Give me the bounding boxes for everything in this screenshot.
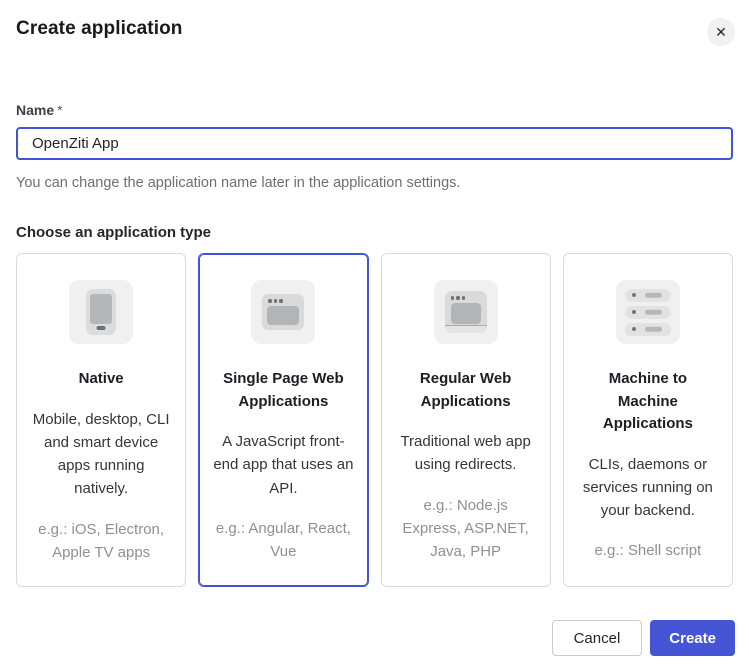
cancel-button[interactable]: Cancel xyxy=(552,620,643,656)
create-button[interactable]: Create xyxy=(650,620,735,656)
web-server-window-icon xyxy=(434,280,498,344)
application-type-label: Choose an application type xyxy=(16,224,733,241)
application-name-input[interactable] xyxy=(16,127,733,160)
type-card-title: Single Page Web Applications xyxy=(213,368,353,413)
dialog-title: Create application xyxy=(16,18,183,40)
phone-icon xyxy=(69,280,133,344)
type-card-description: Traditional web app using redirects. xyxy=(396,430,536,477)
type-card-spa[interactable]: Single Page Web Applications A JavaScrip… xyxy=(198,253,368,587)
type-card-examples: e.g.: Angular, React, Vue xyxy=(213,517,353,564)
name-label: Name* xyxy=(16,102,733,118)
close-button[interactable]: ✕ xyxy=(707,18,735,46)
name-label-text: Name xyxy=(16,102,54,118)
type-card-title: Native xyxy=(31,368,171,391)
create-application-dialog: Create application ✕ Name* You can chang… xyxy=(0,0,749,670)
type-card-regular-web[interactable]: Regular Web Applications Traditional web… xyxy=(381,253,551,587)
type-card-examples: e.g.: Shell script xyxy=(578,539,718,562)
dialog-footer: Cancel Create xyxy=(552,620,735,656)
application-type-grid: Native Mobile, desktop, CLI and smart de… xyxy=(16,253,733,587)
type-card-examples: e.g.: Node.js Express, ASP.NET, Java, PH… xyxy=(396,494,536,564)
required-marker: * xyxy=(57,102,62,118)
type-card-title: Machine to Machine Applications xyxy=(578,368,718,436)
close-icon: ✕ xyxy=(715,25,727,39)
type-card-machine-to-machine[interactable]: Machine to Machine Applications CLIs, da… xyxy=(563,253,733,587)
name-helper-text: You can change the application name late… xyxy=(16,175,733,191)
dialog-header: Create application ✕ xyxy=(0,0,749,46)
server-stack-icon xyxy=(616,280,680,344)
type-card-description: A JavaScript front-end app that uses an … xyxy=(213,430,353,500)
type-card-description: CLIs, daemons or services running on you… xyxy=(578,453,718,523)
browser-window-icon xyxy=(251,280,315,344)
type-card-title: Regular Web Applications xyxy=(396,368,536,413)
type-card-description: Mobile, desktop, CLI and smart device ap… xyxy=(31,408,171,501)
type-card-examples: e.g.: iOS, Electron, Apple TV apps xyxy=(31,518,171,565)
form-area: Name* You can change the application nam… xyxy=(0,102,749,587)
type-card-native[interactable]: Native Mobile, desktop, CLI and smart de… xyxy=(16,253,186,587)
